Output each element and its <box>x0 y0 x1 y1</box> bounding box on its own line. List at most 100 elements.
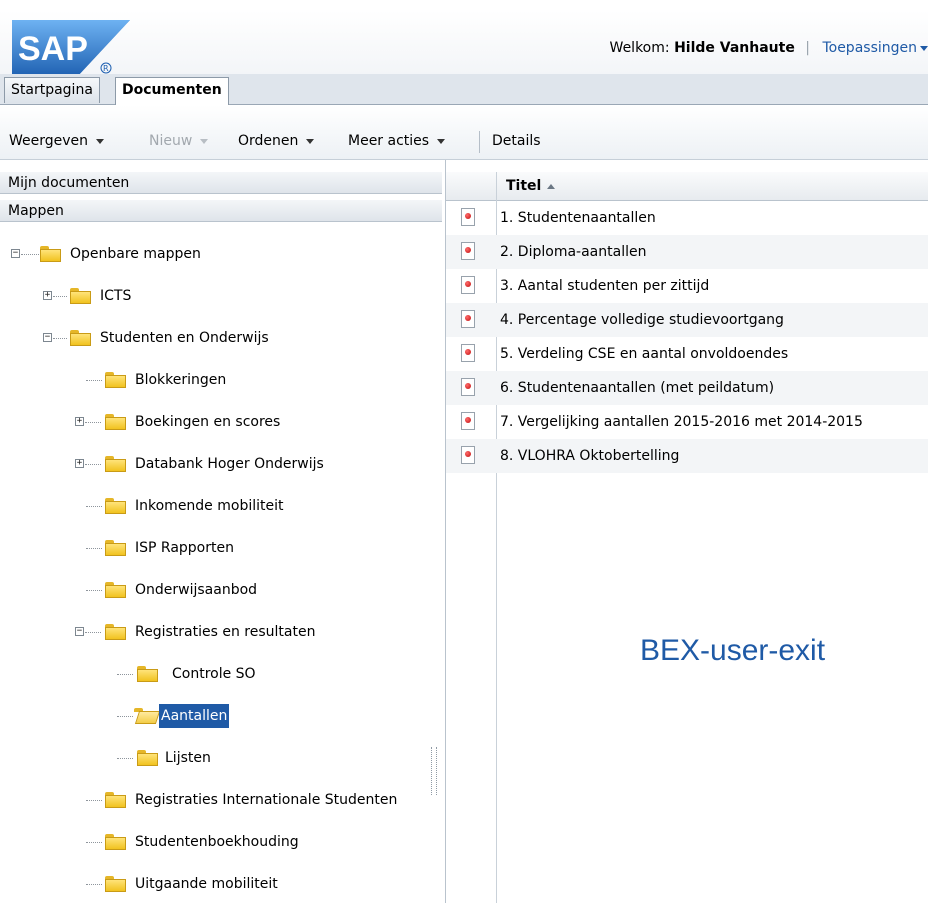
table-row[interactable]: 6. Studentenaantallen (met peildatum) <box>446 371 928 405</box>
panel-splitter-handle[interactable] <box>431 747 437 795</box>
table-row[interactable]: 3. Aantal studenten per zittijd <box>446 269 928 303</box>
folder-icon <box>105 456 126 472</box>
table-row[interactable]: 8. VLOHRA Oktobertelling <box>446 439 928 473</box>
tree-node-label: Boekingen en scores <box>135 414 281 430</box>
tree-line <box>86 548 102 549</box>
tree-line <box>117 716 133 717</box>
table-row[interactable]: 1. Studentenaantallen <box>446 201 928 235</box>
folder-icon <box>105 834 126 850</box>
tree-node-icts[interactable]: + ICTS <box>0 284 440 308</box>
more-actions-button[interactable]: Meer acties <box>348 133 446 149</box>
view-menu-label: Weergeven <box>9 133 89 149</box>
tree-line <box>117 758 133 759</box>
tree-node-registraties[interactable]: − Registraties en resultaten <box>0 620 440 644</box>
collapse-icon[interactable]: − <box>75 627 84 636</box>
folder-icon <box>105 582 126 598</box>
table-row[interactable]: 5. Verdeling CSE en aantal onvoldoendes <box>446 337 928 371</box>
welcome-label: Welkom: <box>609 40 670 56</box>
tab-documents[interactable]: Documenten <box>115 77 229 105</box>
tree-node-label: Inkomende mobiliteit <box>135 498 284 514</box>
report-document-icon <box>461 208 475 226</box>
folder-icon <box>137 666 158 682</box>
tree-node-label-selected: Aantallen <box>159 704 230 728</box>
folder-icon <box>105 372 126 388</box>
new-menu-button[interactable]: Nieuw <box>149 133 209 149</box>
document-list-panel: Titel 1. Studentenaantallen 2. Diploma-a… <box>446 160 928 903</box>
folders-header[interactable]: Mappen <box>0 200 442 222</box>
report-document-icon <box>461 344 475 362</box>
tree-line <box>86 380 102 381</box>
tree-node-label: Onderwijsaanbod <box>135 582 258 598</box>
table-row[interactable]: 4. Percentage volledige studievoortgang <box>446 303 928 337</box>
table-row[interactable]: 2. Diploma-aantallen <box>446 235 928 269</box>
report-document-icon <box>461 446 475 464</box>
folder-icon <box>70 288 91 304</box>
tree-node-inkomende[interactable]: Inkomende mobiliteit <box>0 494 440 518</box>
chevron-down-icon[interactable] <box>920 45 928 51</box>
folder-icon <box>105 498 126 514</box>
tree-node-isp[interactable]: ISP Rapporten <box>0 536 440 560</box>
svg-text:R: R <box>103 64 109 73</box>
header-separator: | <box>805 40 810 56</box>
tree-node-label: Openbare mappen <box>70 246 201 262</box>
folder-icon <box>40 246 61 262</box>
document-title: 4. Percentage volledige studievoortgang <box>500 312 784 328</box>
sort-menu-button[interactable]: Ordenen <box>238 133 315 149</box>
tree-node-internationaal[interactable]: Registraties Internationale Studenten <box>0 788 440 812</box>
title-column-header[interactable]: Titel <box>506 172 556 200</box>
tree-line <box>86 842 102 843</box>
chevron-down-icon <box>306 138 315 144</box>
expand-icon[interactable]: + <box>43 291 52 300</box>
tree-node-public-folders[interactable]: − Openbare mappen <box>0 242 440 266</box>
applications-menu[interactable]: Toepassingen <box>822 40 917 56</box>
folder-icon <box>105 414 126 430</box>
tree-line <box>85 464 101 465</box>
left-panel: Mijn documenten Mappen − Openbare mappen… <box>0 160 446 903</box>
tree-node-label: Uitgaande mobiliteit <box>135 876 278 892</box>
tree-line <box>85 422 101 423</box>
my-documents-header[interactable]: Mijn documenten <box>0 172 442 194</box>
document-title: 6. Studentenaantallen (met peildatum) <box>500 380 775 396</box>
folder-icon <box>137 750 158 766</box>
tree-node-aanbod[interactable]: Onderwijsaanbod <box>0 578 440 602</box>
report-document-icon <box>461 412 475 430</box>
document-title: 1. Studentenaantallen <box>500 210 656 226</box>
folder-icon <box>105 876 126 892</box>
tree-node-blokkeringen[interactable]: Blokkeringen <box>0 368 440 392</box>
tree-line <box>53 338 67 339</box>
tree-node-controle[interactable]: Controle SO <box>0 662 440 686</box>
report-document-icon <box>461 242 475 260</box>
tree-node-studenten[interactable]: − Studenten en Onderwijs <box>0 326 440 350</box>
folder-icon <box>105 624 126 640</box>
tree-node-uitgaande[interactable]: Uitgaande mobiliteit <box>0 872 440 896</box>
tree-node-lijsten[interactable]: Lijsten <box>0 746 440 770</box>
tab-home[interactable]: Startpagina <box>4 77 100 103</box>
folder-icon <box>105 540 126 556</box>
new-menu-label: Nieuw <box>149 133 193 149</box>
collapse-icon[interactable]: − <box>43 333 52 342</box>
document-title: 8. VLOHRA Oktobertelling <box>500 448 680 464</box>
welcome-area: Welkom: Hilde Vanhaute | Toepassingen <box>610 36 928 60</box>
tree-node-boekingen[interactable]: + Boekingen en scores <box>0 410 440 434</box>
tree-node-boekhouding[interactable]: Studentenboekhouding <box>0 830 440 854</box>
tree-node-label: Databank Hoger Onderwijs <box>135 456 324 472</box>
tab-bar: Startpagina Documenten <box>0 74 928 105</box>
collapse-icon[interactable]: − <box>11 249 20 258</box>
report-document-icon <box>461 310 475 328</box>
tree-node-databank[interactable]: + Databank Hoger Onderwijs <box>0 452 440 476</box>
more-actions-label: Meer acties <box>348 133 430 149</box>
sap-logo: SAP R <box>12 20 130 78</box>
expand-icon[interactable]: + <box>75 417 84 426</box>
table-row[interactable]: 7. Vergelijking aantallen 2015-2016 met … <box>446 405 928 439</box>
details-button[interactable]: Details <box>492 133 541 149</box>
view-menu-button[interactable]: Weergeven <box>9 133 105 149</box>
title-column-label: Titel <box>506 178 542 194</box>
document-title: 2. Diploma-aantallen <box>500 244 647 260</box>
tree-node-label: Studenten en Onderwijs <box>100 330 269 346</box>
chevron-down-icon <box>200 138 209 144</box>
expand-icon[interactable]: + <box>75 459 84 468</box>
sort-menu-label: Ordenen <box>238 133 299 149</box>
chevron-down-icon <box>96 138 105 144</box>
tree-line <box>117 674 133 675</box>
tree-node-aantallen[interactable]: Aantallen <box>0 704 440 728</box>
